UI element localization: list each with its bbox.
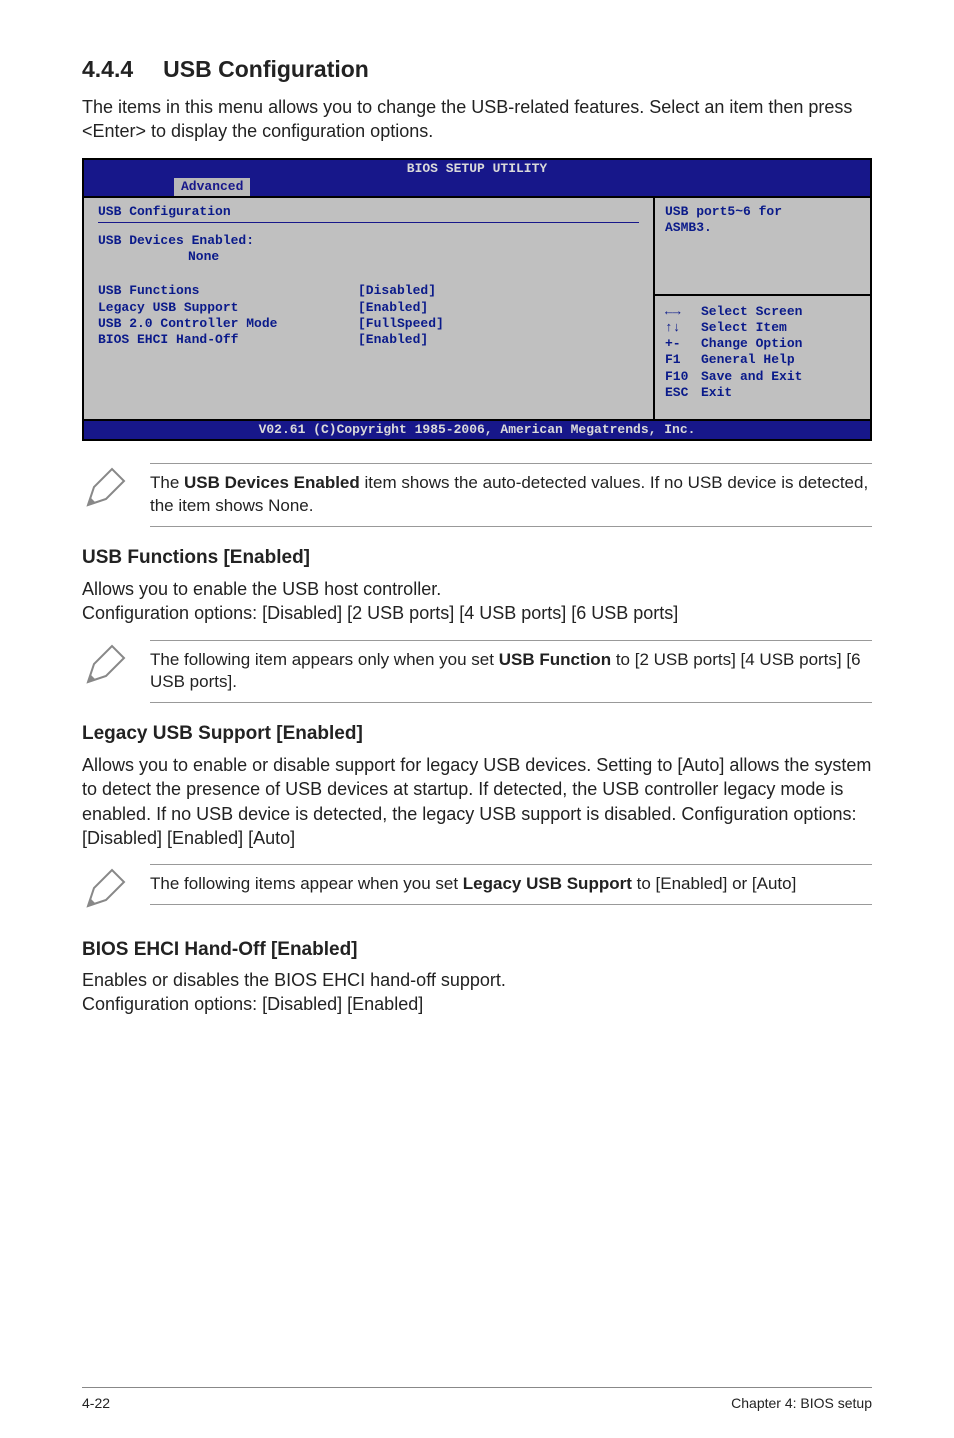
bios-key-desc: Select Item xyxy=(701,320,787,336)
pencil-note-icon xyxy=(82,640,130,694)
bios-item-ehci-handoff[interactable]: BIOS EHCI Hand-Off [Enabled] xyxy=(98,332,639,348)
bios-item-label: USB Functions xyxy=(98,283,358,299)
note-bold: Legacy USB Support xyxy=(463,874,632,893)
bios-pane-heading: USB Configuration xyxy=(98,204,639,223)
bios-key: +- xyxy=(665,336,701,352)
note-callout: The following item appears only when you… xyxy=(82,640,872,704)
bios-item-value: [FullSpeed] xyxy=(358,316,444,332)
bios-key-row: +-Change Option xyxy=(665,336,860,352)
footer-chapter: Chapter 4: BIOS setup xyxy=(731,1394,872,1413)
note-body: The following item appears only when you… xyxy=(150,640,872,704)
body-text: Allows you to enable or disable support … xyxy=(82,753,872,850)
bios-key-row: ↑↓Select Item xyxy=(665,320,860,336)
bios-screenshot: BIOS SETUP UTILITY Advanced USB Configur… xyxy=(82,158,872,442)
bios-item-label: BIOS EHCI Hand-Off xyxy=(98,332,358,348)
bios-key-row: F1General Help xyxy=(665,352,860,368)
note-body: The following items appear when you set … xyxy=(150,864,872,905)
section-intro: The items in this menu allows you to cha… xyxy=(82,95,872,144)
bios-key-desc: Select Screen xyxy=(701,304,802,320)
text-line: Configuration options: [Disabled] [Enabl… xyxy=(82,994,423,1014)
bios-key-row: F10Save and Exit xyxy=(665,369,860,385)
note-text: The following items appear when you set xyxy=(150,874,463,893)
body-text: Enables or disables the BIOS EHCI hand-o… xyxy=(82,968,872,1017)
section-number: 4.4.4 xyxy=(82,54,133,85)
pencil-note-icon xyxy=(82,463,130,517)
bios-item-value: [Disabled] xyxy=(358,283,436,299)
bios-key: ←→ xyxy=(665,304,701,320)
bios-left-pane: USB Configuration USB Devices Enabled: N… xyxy=(84,198,655,420)
bios-key: ↑↓ xyxy=(665,320,701,336)
subsection-heading-ehci: BIOS EHCI Hand-Off [Enabled] xyxy=(82,937,872,963)
page-number: 4-22 xyxy=(82,1394,110,1413)
subsection-heading-legacy-usb: Legacy USB Support [Enabled] xyxy=(82,721,872,747)
note-callout: The USB Devices Enabled item shows the a… xyxy=(82,463,872,527)
bios-key-desc: General Help xyxy=(701,352,795,368)
bios-help-line: ASMB3. xyxy=(665,220,860,236)
bios-item-label: USB 2.0 Controller Mode xyxy=(98,316,358,332)
bios-devices-label: USB Devices Enabled: xyxy=(98,233,639,249)
subsection-heading-usb-functions: USB Functions [Enabled] xyxy=(82,545,872,571)
bios-devices-value: None xyxy=(98,249,639,265)
bios-tab-row: Advanced xyxy=(84,178,870,196)
bios-key: F10 xyxy=(665,369,701,385)
bios-item-list: USB Functions [Disabled] Legacy USB Supp… xyxy=(98,283,639,348)
bios-main-area: USB Configuration USB Devices Enabled: N… xyxy=(84,196,870,420)
bios-help-description: USB port5~6 for ASMB3. xyxy=(655,198,870,296)
note-callout: The following items appear when you set … xyxy=(82,864,872,918)
text-line: Enables or disables the BIOS EHCI hand-o… xyxy=(82,970,506,990)
bios-item-value: [Enabled] xyxy=(358,332,428,348)
bios-item-usb-functions[interactable]: USB Functions [Disabled] xyxy=(98,283,639,299)
bios-right-pane: USB port5~6 for ASMB3. ←→Select Screen ↑… xyxy=(655,198,870,420)
note-bold: USB Devices Enabled xyxy=(184,473,360,492)
bios-title-bar: BIOS SETUP UTILITY xyxy=(84,160,870,178)
bios-key-row: ←→Select Screen xyxy=(665,304,860,320)
bios-key-desc: Exit xyxy=(701,385,732,401)
page-footer: 4-22 Chapter 4: BIOS setup xyxy=(82,1387,872,1413)
bios-key: ESC xyxy=(665,385,701,401)
bios-item-label: Legacy USB Support xyxy=(98,300,358,316)
text-line: Configuration options: [Disabled] [2 USB… xyxy=(82,603,678,623)
bios-item-value: [Enabled] xyxy=(358,300,428,316)
bios-item-usb20-mode[interactable]: USB 2.0 Controller Mode [FullSpeed] xyxy=(98,316,639,332)
bios-help-line: USB port5~6 for xyxy=(665,204,860,220)
section-title-text: USB Configuration xyxy=(163,56,369,82)
bios-copyright: V02.61 (C)Copyright 1985-2006, American … xyxy=(84,419,870,439)
bios-key-row: ESCExit xyxy=(665,385,860,401)
text-line: Allows you to enable the USB host contro… xyxy=(82,579,441,599)
section-heading: 4.4.4 USB Configuration xyxy=(82,54,872,85)
note-text: The xyxy=(150,473,184,492)
note-text: The following item appears only when you… xyxy=(150,650,499,669)
bios-key-desc: Save and Exit xyxy=(701,369,802,385)
bios-tab-advanced[interactable]: Advanced xyxy=(174,178,250,196)
note-bold: USB Function xyxy=(499,650,611,669)
note-text: to [Enabled] or [Auto] xyxy=(632,874,796,893)
body-text: Allows you to enable the USB host contro… xyxy=(82,577,872,626)
bios-item-legacy-usb[interactable]: Legacy USB Support [Enabled] xyxy=(98,300,639,316)
pencil-note-icon xyxy=(82,864,130,918)
bios-key-desc: Change Option xyxy=(701,336,802,352)
bios-key: F1 xyxy=(665,352,701,368)
note-body: The USB Devices Enabled item shows the a… xyxy=(150,463,872,527)
bios-key-legend: ←→Select Screen ↑↓Select Item +-Change O… xyxy=(655,296,870,420)
